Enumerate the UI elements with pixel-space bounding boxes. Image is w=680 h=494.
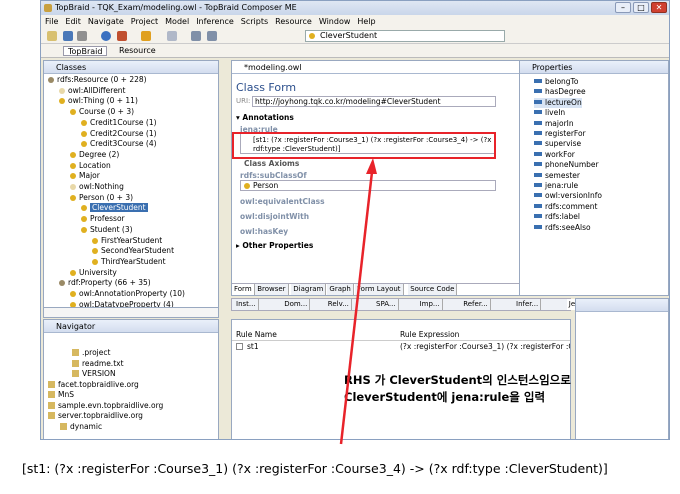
arrow-line xyxy=(339,171,374,445)
highlight-box xyxy=(232,132,496,159)
bottom-caption: [st1: (?x :registerFor :Course3_1) (?x :… xyxy=(22,461,608,476)
red-arrow xyxy=(232,132,496,445)
arrow-head xyxy=(366,158,377,174)
